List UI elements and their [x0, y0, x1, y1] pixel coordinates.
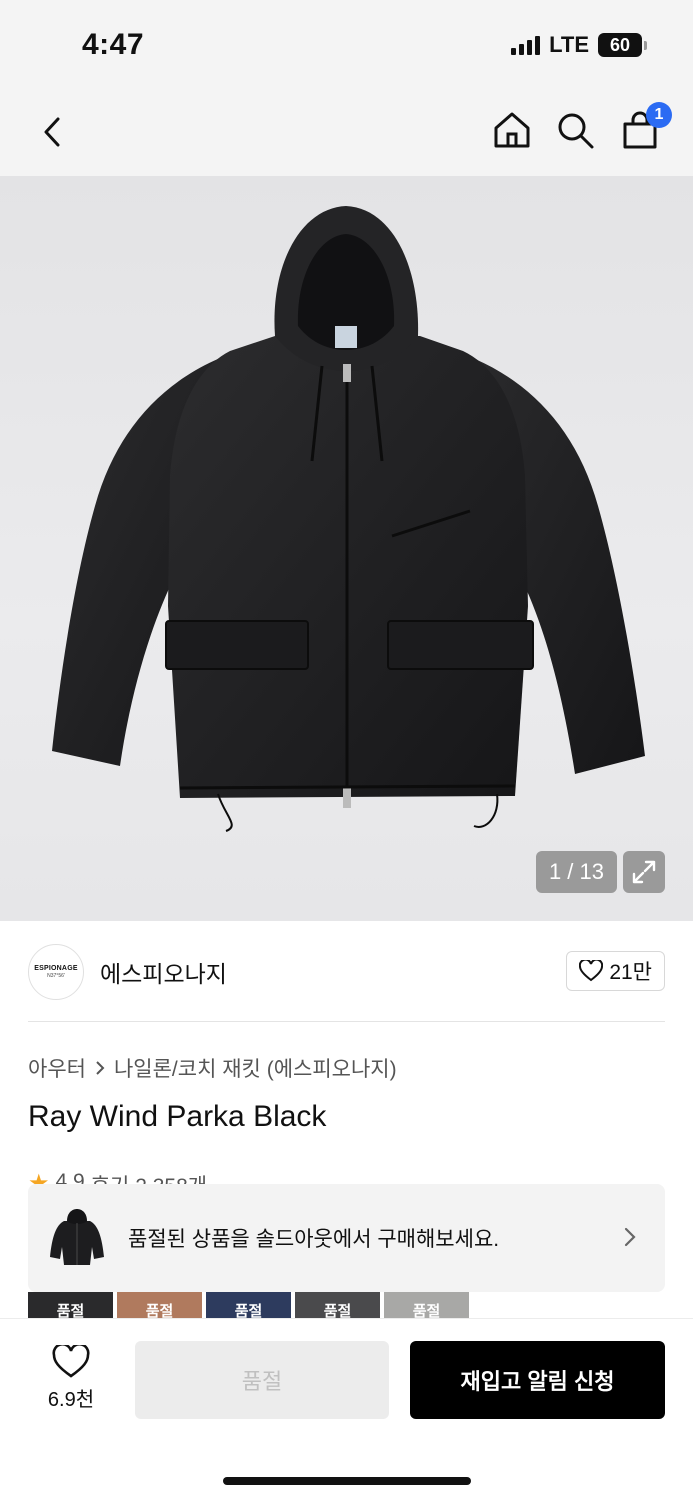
chevron-right-icon [624, 1227, 636, 1247]
home-icon[interactable] [490, 108, 534, 152]
brand-like-count: 21만 [609, 961, 652, 984]
product-image [52, 206, 645, 832]
variant-label: 품절 [56, 1303, 85, 1318]
brand-row[interactable]: ESPIONAGE N37°56' 에스피오나지 21만 [28, 943, 665, 1001]
battery-level: 60 [598, 33, 642, 57]
wishlist-button[interactable]: 6.9천 [36, 1345, 106, 1412]
network-label: LTE [549, 32, 589, 57]
chevron-right-icon [96, 1061, 105, 1075]
bottom-action-bar: 6.9천 품절 재입고 알림 신청 [0, 1318, 693, 1500]
heart-icon [579, 960, 604, 982]
cart-badge: 1 [646, 102, 672, 128]
variant-option[interactable]: 품절 [28, 1292, 113, 1318]
search-icon[interactable] [553, 108, 597, 152]
signal-icon [511, 35, 541, 55]
variant-label: 품절 [323, 1303, 352, 1318]
brand-like-button[interactable]: 21만 [566, 951, 665, 991]
restock-alert-button[interactable]: 재입고 알림 신청 [410, 1341, 665, 1419]
wishlist-count: 6.9천 [47, 1389, 95, 1411]
variant-label: 품절 [234, 1303, 263, 1318]
brand-logo[interactable]: ESPIONAGE N37°56' [28, 944, 84, 1000]
soldout-button[interactable]: 품절 [135, 1341, 389, 1419]
chevron-left-icon[interactable] [30, 110, 74, 154]
status-time: 4:47 [82, 28, 145, 61]
battery-icon: 60 [598, 33, 647, 57]
breadcrumb-subcategory[interactable]: 나일론/코치 재킷 (에스피오나지) [114, 1053, 397, 1083]
status-bar: 4:47 LTE 60 [0, 0, 693, 88]
soldout-banner[interactable]: 품절된 상품을 솔드아웃에서 구매해보세요. [28, 1184, 665, 1292]
variant-option[interactable]: 품절 [117, 1292, 202, 1318]
brand-logo-text: ESPIONAGE [34, 964, 78, 972]
product-image-gallery[interactable]: 1 / 13 [0, 176, 693, 921]
variant-label: 품절 [412, 1303, 441, 1318]
image-counter: 1 / 13 [535, 851, 617, 893]
expand-icon[interactable] [623, 851, 665, 893]
brand-name[interactable]: 에스피오나지 [100, 955, 227, 989]
shopping-bag-icon[interactable]: 1 [618, 102, 672, 152]
product-title: Ray Wind Parka Black [28, 1100, 327, 1133]
banner-product-thumbnail [48, 1205, 106, 1271]
status-indicators: LTE 60 [511, 32, 647, 58]
variant-option[interactable]: 품절 [206, 1292, 291, 1318]
nav-bar: 1 [0, 88, 693, 176]
home-indicator[interactable] [223, 1477, 471, 1485]
brand-logo-sub: N37°56' [47, 973, 65, 980]
variant-label: 품절 [145, 1303, 174, 1318]
variant-option[interactable]: 품절 [295, 1292, 380, 1318]
variant-option[interactable]: 품절 [384, 1292, 469, 1318]
breadcrumb-category[interactable]: 아우터 [28, 1053, 86, 1083]
heart-icon [52, 1345, 90, 1378]
banner-text: 품절된 상품을 솔드아웃에서 구매해보세요. [128, 1228, 500, 1251]
divider [28, 1021, 665, 1022]
breadcrumb: 아우터 나일론/코치 재킷 (에스피오나지) [28, 1053, 397, 1083]
variant-list: 품절 품절 품절 품절 품절 [28, 1292, 469, 1318]
